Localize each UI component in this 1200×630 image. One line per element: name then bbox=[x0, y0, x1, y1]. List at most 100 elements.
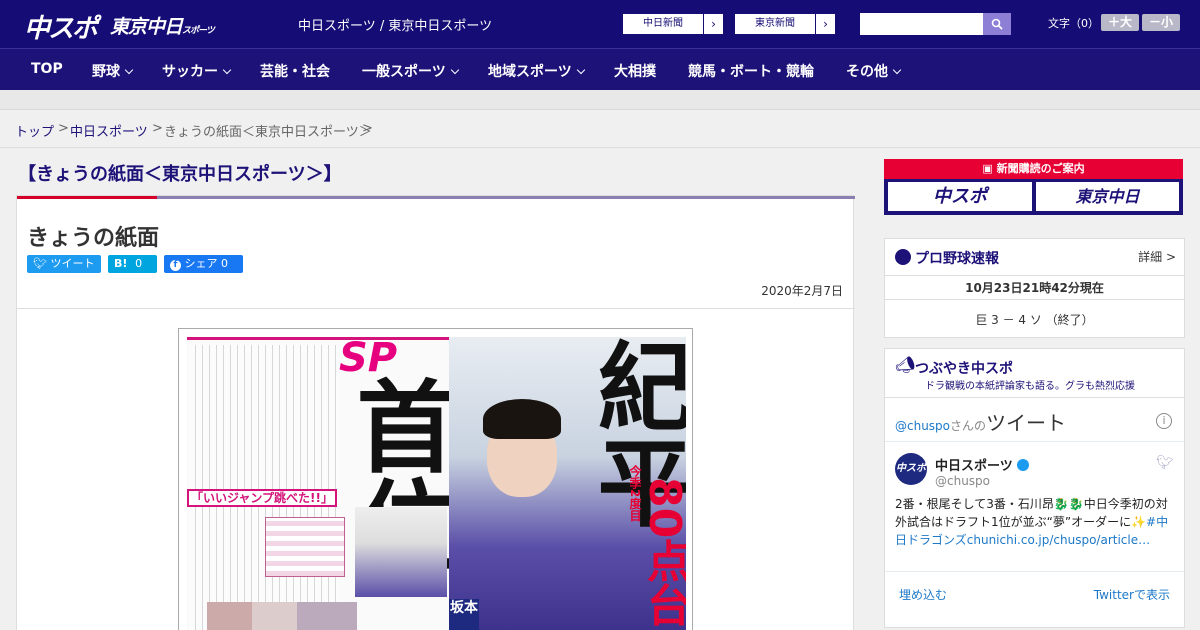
tokyo-shimbun-button[interactable]: 東京新聞 › bbox=[734, 13, 836, 35]
avatar[interactable]: 中スポ bbox=[895, 453, 927, 485]
nav-label: 大相撲 bbox=[614, 64, 656, 80]
chevron-down-icon bbox=[892, 65, 902, 75]
nav-other[interactable]: その他 bbox=[846, 61, 902, 81]
view-on-twitter-link[interactable]: Twitterで表示 bbox=[1094, 586, 1170, 603]
breadcrumb: トップ > 中日スポーツ > きょうの紙面＜東京中日スポーツ＞ > bbox=[0, 111, 1200, 148]
nav-general-sports[interactable]: 一般スポーツ bbox=[362, 61, 459, 81]
twitter-box: 📣︎ つぶやき中スポ ドラ観戦の本紙評論家も語る。グラも熱烈応援 @chuspo… bbox=[884, 348, 1185, 628]
subscribe-tokyo-logo[interactable]: 東京中日 bbox=[1036, 182, 1179, 211]
headline-sp: SP bbox=[339, 337, 398, 381]
divider bbox=[885, 441, 1184, 442]
site-title: 中日スポーツ / 東京中日スポーツ bbox=[298, 19, 493, 34]
bottom-photos bbox=[207, 602, 357, 630]
breadcrumb-top[interactable]: トップ bbox=[15, 121, 54, 140]
newspaper-page: 「いいジャンプ跳べた!!」 SP 首位 紀平 今季2度目 80点台 坂本 bbox=[187, 337, 686, 630]
nav-top[interactable]: TOP bbox=[31, 61, 63, 77]
chevron-down-icon bbox=[222, 65, 232, 75]
tokyo-chunichi-logo[interactable]: 東京中日スポーツ bbox=[110, 12, 215, 39]
tokyo-logo-text: 東京中日 bbox=[110, 16, 183, 38]
article-title: きょうの紙面 bbox=[27, 226, 160, 251]
nav-label: 野球 bbox=[92, 64, 120, 80]
font-smaller-button[interactable]: －小 bbox=[1142, 14, 1180, 31]
nav-label: TOP bbox=[31, 61, 63, 77]
hatena-icon: B! bbox=[114, 257, 128, 270]
tweet-text: 2番・根尾そして3番・石川昂🐉🐉中日今季初の対外試合はドラフト1位が並ぶ“夢”オ… bbox=[895, 495, 1177, 549]
search-button[interactable] bbox=[983, 13, 1011, 35]
nav-label: 一般スポーツ bbox=[362, 64, 446, 80]
subscription-title: ▣ 新聞購読のご案内 bbox=[884, 159, 1183, 179]
twitter-box-subtitle: ドラ観戦の本紙評論家も語る。グラも熱烈応援 bbox=[925, 381, 1135, 392]
tweet-label: ツイート bbox=[50, 257, 95, 270]
spacer-band bbox=[0, 90, 1200, 110]
chunichi-shimbun-button[interactable]: 中日新聞 › bbox=[622, 13, 724, 35]
twitter-bird-icon[interactable]: 🐦︎ bbox=[1156, 455, 1174, 471]
stats-table bbox=[265, 517, 345, 577]
breadcrumb-separator: > bbox=[58, 121, 69, 136]
embed-link[interactable]: 埋め込む bbox=[899, 586, 947, 603]
baseball-icon bbox=[895, 249, 911, 265]
page-heading: 【きょうの紙面＜東京中日スポーツ＞】 bbox=[18, 164, 342, 185]
chevron-right-icon: › bbox=[703, 14, 723, 34]
breadcrumb-separator: > bbox=[362, 121, 373, 136]
text-columns-left bbox=[189, 345, 339, 630]
breadcrumb-current: きょうの紙面＜東京中日スポーツ＞ bbox=[164, 125, 372, 140]
nav-local-sports[interactable]: 地域スポーツ bbox=[488, 61, 585, 81]
divider bbox=[885, 275, 1184, 276]
subscription-title-text: 新聞購読のご案内 bbox=[996, 162, 1085, 175]
tweets-header: @chuspoさんのツイート bbox=[895, 407, 1066, 436]
chunichi-shimbun-label: 中日新聞 bbox=[643, 18, 683, 29]
divider bbox=[885, 571, 1184, 572]
tweet-button[interactable]: 🐦︎ ツイート bbox=[27, 255, 101, 273]
tweet-account-handle: @chuspo bbox=[935, 474, 991, 488]
search-icon bbox=[991, 18, 1003, 30]
newspaper-front-page-image: 「いいジャンプ跳べた!!」 SP 首位 紀平 今季2度目 80点台 坂本 bbox=[178, 328, 693, 630]
nav-label: サッカー bbox=[162, 64, 218, 80]
divider bbox=[885, 299, 1184, 300]
skater-hair bbox=[483, 399, 561, 439]
chuspo-logo[interactable]: 中スポ bbox=[24, 8, 98, 45]
nav-label: その他 bbox=[846, 64, 888, 80]
tweet-account-name[interactable]: 中日スポーツ bbox=[935, 455, 1029, 474]
game-score[interactable]: 巨 3 － 4 ソ （終了） bbox=[885, 311, 1184, 328]
chevron-down-icon bbox=[450, 65, 459, 75]
tokyo-logo-small: スポーツ bbox=[182, 26, 215, 36]
nav-sumo[interactable]: 大相撲 bbox=[614, 61, 656, 81]
baseball-details-link[interactable]: 詳細 > bbox=[1138, 248, 1176, 265]
megaphone-icon: 📣︎ bbox=[895, 355, 916, 374]
hatena-bookmark-button[interactable]: B! 0 bbox=[108, 255, 157, 273]
quote-text: 「いいジャンプ跳べた!!」 bbox=[191, 491, 333, 505]
info-icon[interactable]: i bbox=[1156, 413, 1172, 429]
tweet-body: 2番・根尾そして3番・石川昂🐉🐉中日今季初の対外試合はドラフト1位が並ぶ“夢”オ… bbox=[895, 497, 1168, 529]
tweet-article-link[interactable]: chunichi.co.jp/chuspo/article… bbox=[967, 533, 1150, 547]
score-headline: 80点台 bbox=[639, 477, 686, 627]
quote-box: 「いいジャンプ跳べた!!」 bbox=[187, 489, 337, 507]
divider bbox=[17, 308, 855, 309]
facebook-share-button[interactable]: f シェア 0 bbox=[164, 255, 243, 273]
chevron-right-icon: › bbox=[815, 14, 835, 34]
chevron-down-icon bbox=[124, 65, 134, 75]
nav-racing[interactable]: 競馬・ボート・競輪 bbox=[688, 61, 814, 81]
breadcrumb-chunichi[interactable]: 中日スポーツ bbox=[70, 121, 148, 140]
title-bar-accent bbox=[17, 196, 157, 199]
nav-baseball[interactable]: 野球 bbox=[92, 61, 134, 81]
inset-photo bbox=[355, 507, 447, 597]
nav-label: 地域スポーツ bbox=[488, 64, 572, 80]
hatena-count: 0 bbox=[135, 257, 143, 270]
nav-entertainment[interactable]: 芸能・社会 bbox=[260, 61, 330, 81]
account-handle-link[interactable]: @chuspo bbox=[895, 419, 950, 433]
search-input[interactable] bbox=[860, 13, 983, 35]
verified-badge-icon bbox=[1016, 459, 1029, 471]
divider bbox=[885, 397, 1184, 398]
subscription-banner[interactable]: ▣ 新聞購読のご案内 中スポ 東京中日 bbox=[884, 159, 1183, 215]
top-header: 中スポ 東京中日スポーツ 中日スポーツ / 東京中日スポーツ 中日新聞 › 東京… bbox=[0, 0, 1200, 48]
nav-label: 芸能・社会 bbox=[260, 64, 330, 80]
facebook-share-label: シェア bbox=[184, 257, 218, 270]
newspaper-icon: ▣ bbox=[982, 162, 997, 175]
nav-soccer[interactable]: サッカー bbox=[162, 61, 232, 81]
article-date: 2020年2月7日 bbox=[761, 284, 843, 298]
font-bigger-button[interactable]: ＋大 bbox=[1101, 14, 1139, 31]
subscribe-chuspo-logo[interactable]: 中スポ bbox=[888, 182, 1032, 211]
main-nav: TOP 野球 サッカー 芸能・社会 一般スポーツ 地域スポーツ 大相撲 競馬・ボ… bbox=[0, 48, 1200, 90]
article-container: きょうの紙面 🐦︎ ツイート B! 0 f シェア 0 2020年2月7日 「い… bbox=[16, 195, 855, 630]
tokyo-shimbun-label: 東京新聞 bbox=[755, 18, 795, 29]
